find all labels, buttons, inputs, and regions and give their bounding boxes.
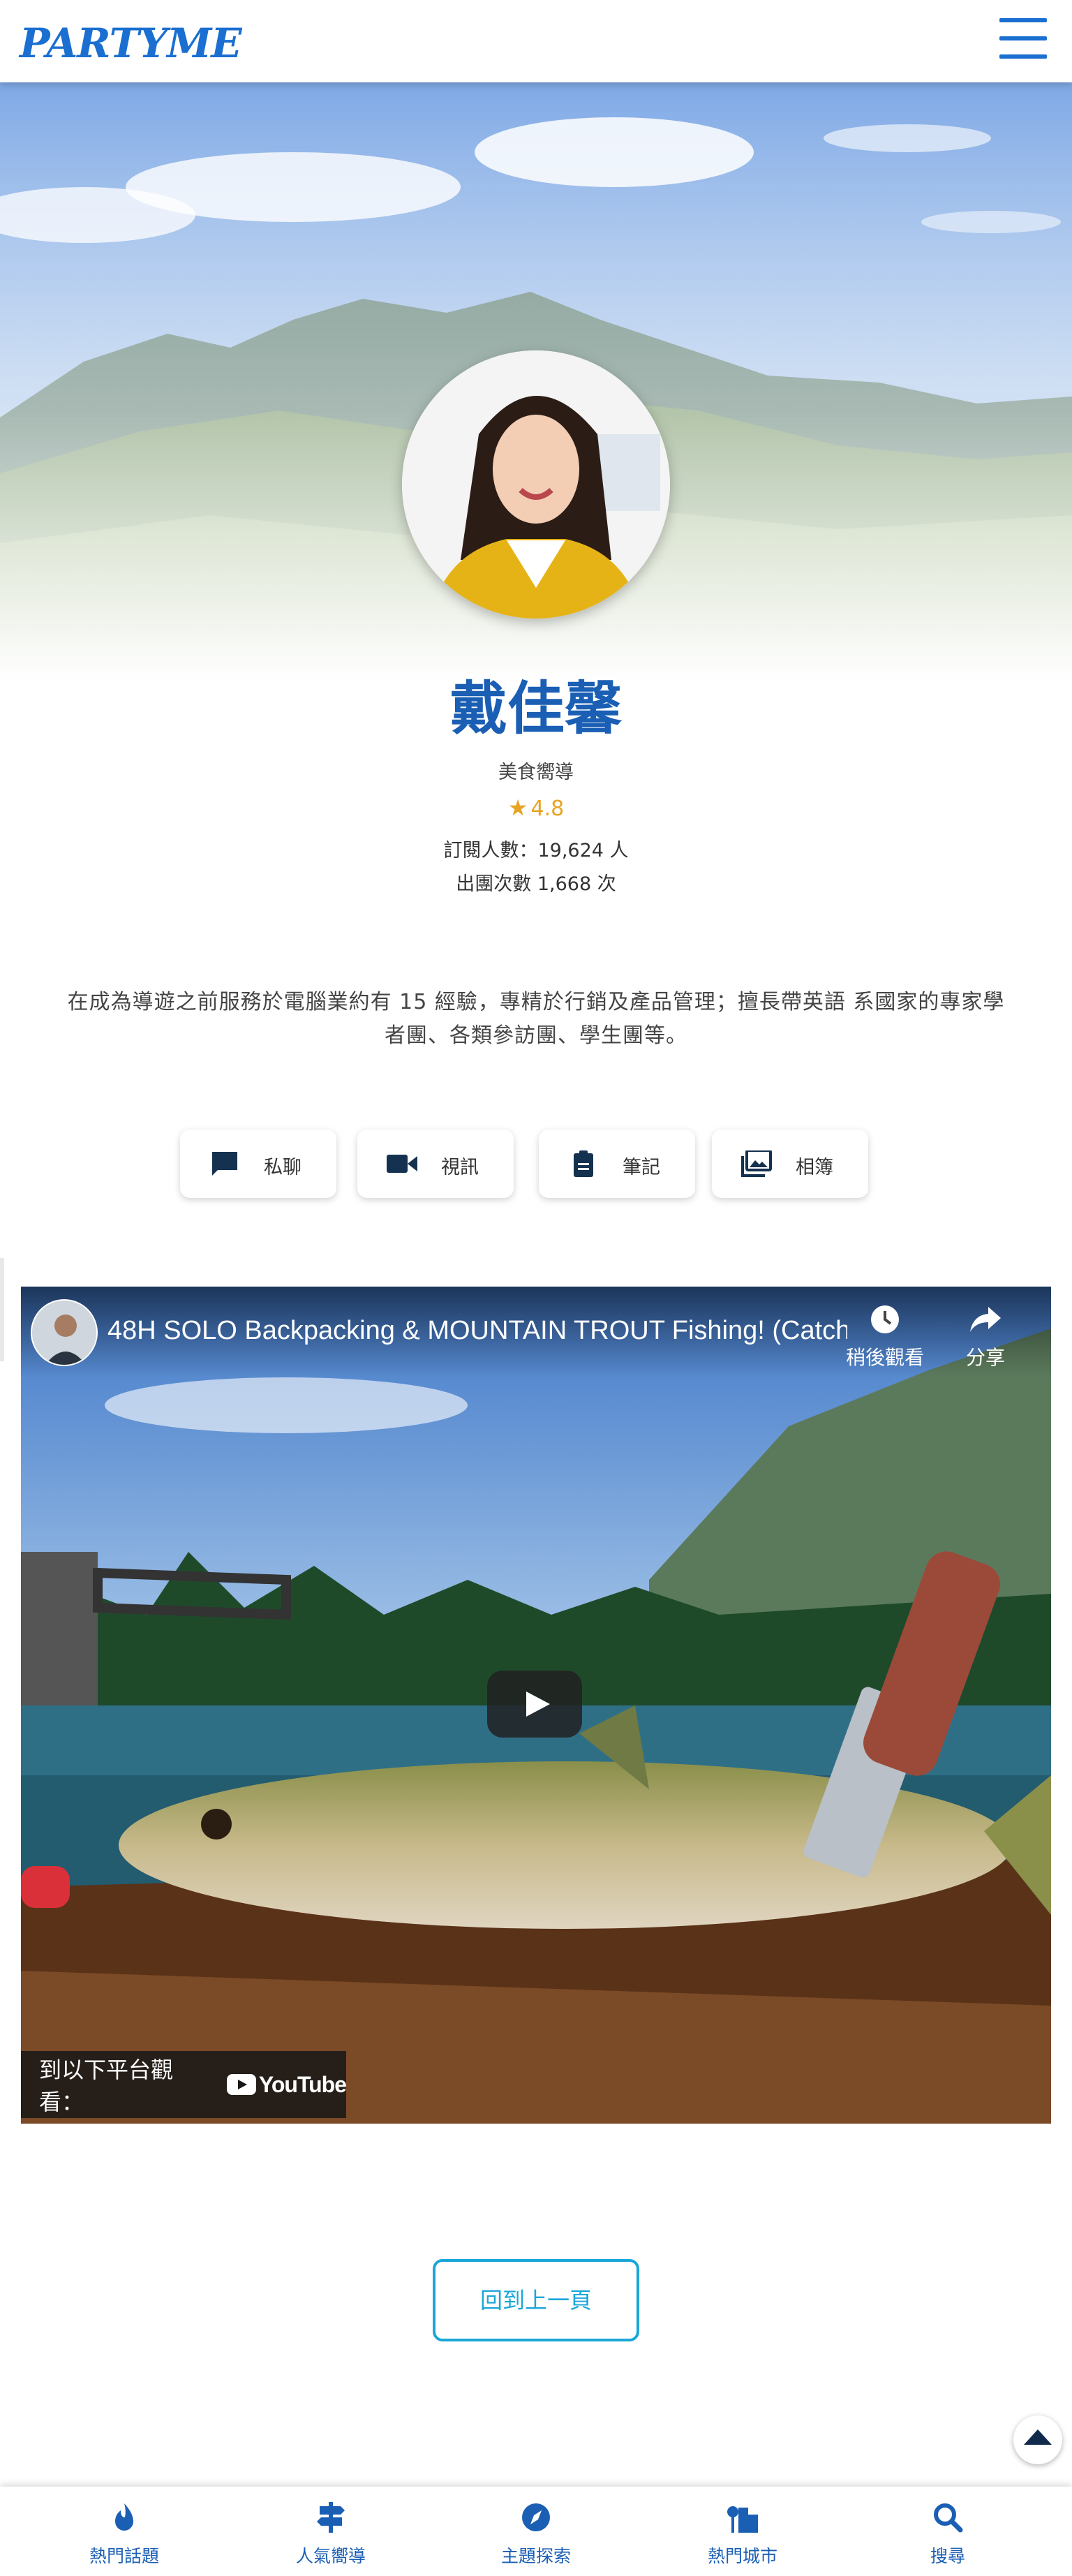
- video-title[interactable]: 48H SOLO Backpacking & MOUNTAIN TROUT Fi…: [107, 1316, 847, 1346]
- photo-album-icon: [741, 1150, 772, 1177]
- action-label: 私聊: [264, 1157, 302, 1178]
- star-icon: ★: [507, 794, 528, 821]
- action-label: 視訊: [441, 1157, 479, 1178]
- private-chat-button[interactable]: 私聊: [180, 1130, 336, 1198]
- clipboard-icon: [574, 1150, 593, 1177]
- search-icon: [934, 2503, 963, 2533]
- nav-item-hot-topics[interactable]: 熱門話題: [20, 2487, 229, 2576]
- nav-item-popular-guides[interactable]: 人氣嚮導: [226, 2487, 436, 2576]
- action-label: 相簿: [796, 1157, 833, 1178]
- fire-icon: [115, 2503, 133, 2531]
- watch-later-button[interactable]: 稍後觀看: [843, 1302, 927, 1370]
- guide-avatar: [402, 350, 670, 619]
- action-buttons: 私聊 視訊 筆記 相簿: [0, 1130, 1072, 1199]
- compass-icon: [522, 2503, 550, 2531]
- nav-item-search[interactable]: 搜尋: [843, 2487, 1052, 2576]
- clock-icon: [871, 1305, 899, 1333]
- nav-label: 熱門話題: [89, 2546, 159, 2566]
- city-icon: [727, 2506, 758, 2533]
- share-label: 分享: [965, 1346, 1005, 1369]
- watch-on-youtube-button[interactable]: 到以下平台觀看： YouTube: [21, 2051, 347, 2118]
- nav-label: 熱門城市: [707, 2546, 777, 2566]
- tour-count: 出團次數 1,668 次: [456, 873, 616, 895]
- guide-rating: ★ 4.8: [0, 794, 1072, 821]
- guide-bio: 在成為導遊之前服務於電腦業約有 15 經驗，專精於行銷及產品管理；擅長帶英語 系…: [67, 990, 1005, 1048]
- guide-role: 美食嚮導: [498, 762, 574, 783]
- nav-label: 主題探索: [500, 2546, 571, 2566]
- chat-icon: [212, 1152, 237, 1176]
- back-button[interactable]: 回到上一頁: [433, 2259, 639, 2341]
- video-call-button[interactable]: 視訊: [357, 1130, 514, 1198]
- album-button[interactable]: 相簿: [712, 1130, 868, 1198]
- play-button[interactable]: [487, 1671, 582, 1738]
- nav-label: 搜尋: [930, 2546, 965, 2566]
- youtube-video-embed[interactable]: 48H SOLO Backpacking & MOUNTAIN TROUT Fi…: [21, 1287, 1051, 2124]
- guide-name: 戴佳馨: [449, 676, 622, 742]
- scroll-to-top-button[interactable]: [1013, 2415, 1062, 2464]
- share-arrow-icon: [970, 1307, 1001, 1332]
- youtube-logo: YouTube: [226, 2071, 347, 2098]
- rating-value: 4.8: [530, 797, 565, 821]
- video-camera-icon: [387, 1155, 417, 1173]
- logo-text: PARTYME: [20, 20, 242, 67]
- nav-label: 人氣嚮導: [295, 2546, 366, 2566]
- top-header: PARTYME: [0, 0, 1072, 82]
- youtube-wordmark: YouTube: [258, 2071, 347, 2097]
- bottom-navigation: 熱門話題 人氣嚮導 主題探索 熱門城市 搜尋: [0, 2487, 1072, 2576]
- nav-item-popular-cities[interactable]: 熱門城市: [638, 2487, 847, 2576]
- watch-later-label: 稍後觀看: [845, 1346, 924, 1369]
- channel-avatar[interactable]: [31, 1299, 98, 1366]
- hamburger-menu-icon[interactable]: [999, 18, 1047, 60]
- signpost-icon: [317, 2502, 345, 2533]
- subscriber-count: 訂閱人數：19,624 人: [443, 840, 629, 861]
- nav-item-theme-explore[interactable]: 主題探索: [431, 2487, 641, 2576]
- youtube-play-icon: [226, 2074, 256, 2095]
- watch-on-label: 到以下平台觀看：: [39, 2057, 174, 2115]
- side-scroll-indicator: [0, 1258, 4, 1361]
- share-button[interactable]: 分享: [944, 1302, 1027, 1370]
- action-label: 筆記: [623, 1157, 660, 1178]
- notes-button[interactable]: 筆記: [539, 1130, 695, 1198]
- partyme-logo[interactable]: PARTYME: [20, 15, 242, 71]
